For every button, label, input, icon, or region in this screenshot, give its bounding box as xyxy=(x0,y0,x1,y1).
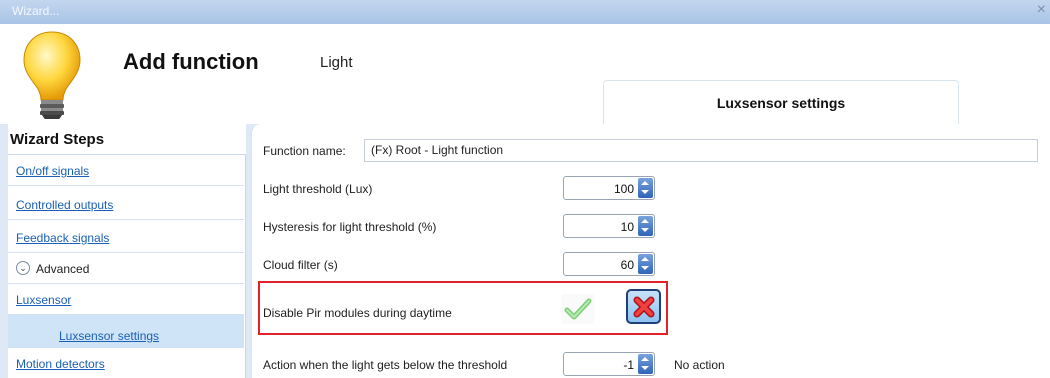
action-below-value[interactable]: -1 xyxy=(623,358,634,372)
action-description: No action xyxy=(674,358,725,372)
sidebar-item-luxsensor-settings[interactable]: Luxsensor settings xyxy=(8,315,244,348)
yes-button[interactable] xyxy=(561,294,595,324)
chevron-down-icon[interactable]: ⌄ xyxy=(16,261,30,275)
hysteresis-value[interactable]: 10 xyxy=(621,220,634,234)
sidebar-title: Wizard Steps xyxy=(10,131,105,148)
tab-luxsensor-settings[interactable]: Luxsensor settings xyxy=(603,80,959,124)
close-icon[interactable]: × xyxy=(1037,1,1046,19)
hysteresis-stepper[interactable]: 10 xyxy=(563,214,655,238)
sidebar-item-on-off-signals[interactable]: On/off signals xyxy=(8,155,244,186)
sidebar-item-label[interactable]: Luxsensor settings xyxy=(59,329,159,343)
sidebar-item-controlled-outputs[interactable]: Controlled outputs xyxy=(8,189,244,220)
sidebar-item-label[interactable]: Controlled outputs xyxy=(16,198,113,212)
light-threshold-label: Light threshold (Lux) xyxy=(263,182,373,196)
cross-icon xyxy=(633,296,655,318)
no-button[interactable] xyxy=(626,289,661,324)
sidebar-item-label[interactable]: Motion detectors xyxy=(16,357,105,371)
wizard-subheading: Light xyxy=(320,54,353,71)
wizard-heading: Add function xyxy=(123,49,259,74)
spin-arrows-icon[interactable] xyxy=(638,254,653,274)
sidebar-item-advanced[interactable]: ⌄ Advanced xyxy=(8,254,244,284)
cloud-filter-label: Cloud filter (s) xyxy=(263,258,338,272)
action-below-stepper[interactable]: -1 xyxy=(563,352,655,376)
sidebar-item-motion-detectors[interactable]: Motion detectors xyxy=(8,348,244,378)
steps-list: On/off signals Controlled outputs Feedba… xyxy=(8,154,246,378)
settings-panel: Function name: (Fx) Root - Light functio… xyxy=(251,124,1050,378)
window-title: Wizard... xyxy=(12,4,60,18)
sidebar-item-label[interactable]: Feedback signals xyxy=(16,231,109,245)
sidebar-item-label: Advanced xyxy=(36,262,90,276)
sidebar-item-label[interactable]: On/off signals xyxy=(16,164,89,178)
light-threshold-value[interactable]: 100 xyxy=(614,182,634,196)
sidebar-item-label[interactable]: Luxsensor xyxy=(16,293,71,307)
wizard-sidebar: Wizard Steps On/off signals Controlled o… xyxy=(8,124,246,378)
action-below-label: Action when the light gets below the thr… xyxy=(263,358,508,372)
cloud-filter-stepper[interactable]: 60 xyxy=(563,252,655,276)
function-name-label: Function name: xyxy=(263,144,346,158)
disable-pir-label: Disable Pir modules during daytime xyxy=(263,306,452,320)
sidebar-item-luxsensor[interactable]: Luxsensor xyxy=(8,284,244,315)
light-threshold-stepper[interactable]: 100 xyxy=(563,176,655,200)
check-icon xyxy=(564,298,592,320)
spin-arrows-icon[interactable] xyxy=(638,216,653,236)
hysteresis-label: Hysteresis for light threshold (%) xyxy=(263,220,437,234)
title-bar: Wizard... × xyxy=(0,0,1050,24)
spin-arrows-icon[interactable] xyxy=(638,178,653,198)
spin-arrows-icon[interactable] xyxy=(638,354,653,374)
sidebar-item-feedback-signals[interactable]: Feedback signals xyxy=(8,222,244,253)
function-name-field[interactable]: (Fx) Root - Light function xyxy=(364,139,1038,162)
cloud-filter-value[interactable]: 60 xyxy=(621,258,634,272)
